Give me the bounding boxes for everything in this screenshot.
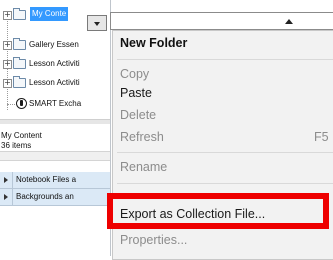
refresh-shortcut: F5 bbox=[314, 130, 329, 144]
expand-icon[interactable]: + bbox=[3, 60, 12, 69]
gallery-panel: + My Conte + Gallery Essen + Lesson Acti… bbox=[0, 0, 111, 256]
highlight-box bbox=[107, 193, 329, 229]
gallery-search-box[interactable] bbox=[110, 12, 333, 30]
expand-arrow-icon[interactable] bbox=[4, 177, 8, 183]
item-count: 36 items bbox=[1, 141, 32, 150]
collection-item-backgrounds[interactable]: Backgrounds an bbox=[0, 189, 110, 206]
content-info: My Content 36 items bbox=[1, 131, 42, 151]
menu-separator bbox=[117, 59, 333, 60]
horizontal-scrollbar[interactable] bbox=[0, 119, 110, 124]
menu-separator bbox=[117, 183, 333, 184]
expand-arrow-icon[interactable] bbox=[4, 194, 8, 200]
tree-item-label: My Conte bbox=[30, 7, 69, 21]
folder-icon bbox=[13, 38, 26, 50]
folder-icon bbox=[13, 8, 26, 20]
menu-item-copy[interactable]: Copy bbox=[120, 67, 149, 81]
folder-icon bbox=[13, 76, 26, 88]
tree-item-label: Lesson Activiti bbox=[29, 59, 80, 68]
tree-dropdown-button[interactable] bbox=[87, 15, 107, 31]
tree-item-smart-exchange[interactable]: SMART Excha bbox=[0, 95, 110, 113]
menu-item-paste[interactable]: Paste bbox=[120, 86, 152, 100]
tree-item-lesson-activities-1[interactable]: + Lesson Activiti bbox=[0, 55, 110, 73]
tree-item-label: Lesson Activiti bbox=[29, 78, 80, 87]
menu-item-refresh[interactable]: Refresh bbox=[120, 130, 164, 144]
expand-icon[interactable]: + bbox=[3, 11, 12, 20]
expand-icon[interactable]: + bbox=[3, 41, 12, 50]
column-divider bbox=[12, 172, 13, 188]
collection-item-notebook-files[interactable]: Notebook Files a bbox=[0, 172, 110, 189]
tree-item-label: SMART Excha bbox=[29, 99, 82, 108]
tree-item-label: Gallery Essen bbox=[29, 40, 79, 49]
tree-item-lesson-activities-2[interactable]: + Lesson Activiti bbox=[0, 74, 110, 92]
content-title: My Content bbox=[1, 131, 42, 140]
menu-separator bbox=[117, 152, 333, 153]
menu-item-rename[interactable]: Rename bbox=[120, 160, 167, 174]
collection-item-label: Backgrounds an bbox=[16, 192, 74, 201]
menu-item-new-folder[interactable]: New Folder bbox=[120, 36, 187, 50]
collection-list-header bbox=[0, 151, 110, 161]
folder-icon bbox=[13, 57, 26, 69]
gallery-tree: + My Conte + Gallery Essen + Lesson Acti… bbox=[0, 0, 110, 120]
expand-icon[interactable]: + bbox=[3, 79, 12, 88]
menu-item-properties[interactable]: Properties... bbox=[120, 233, 187, 247]
column-divider bbox=[12, 189, 13, 205]
smart-exchange-icon bbox=[16, 98, 27, 109]
scroll-up-icon[interactable] bbox=[285, 19, 293, 24]
menu-item-delete[interactable]: Delete bbox=[120, 108, 156, 122]
tree-item-gallery-essentials[interactable]: + Gallery Essen bbox=[0, 36, 110, 54]
collection-item-label: Notebook Files a bbox=[16, 175, 77, 184]
